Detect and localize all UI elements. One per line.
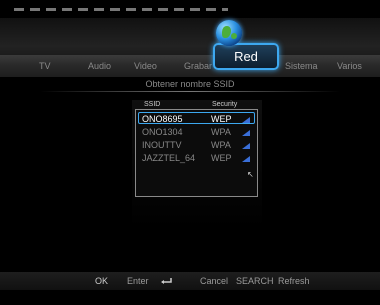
globe-icon bbox=[216, 20, 242, 46]
search-key-hint[interactable]: SEARCH bbox=[236, 276, 274, 286]
menu-item-audio[interactable]: Audio bbox=[88, 61, 111, 71]
pointer-icon: ↖ bbox=[247, 170, 254, 179]
list-item[interactable]: JAZZTEL_64 WEP bbox=[136, 152, 257, 164]
list-item[interactable]: ONO1304 WPA bbox=[136, 126, 257, 138]
menu-item-varios[interactable]: Varios bbox=[337, 61, 362, 71]
refresh-key-hint[interactable]: Refresh bbox=[278, 276, 310, 286]
list-item[interactable]: INOUTTV WPA bbox=[136, 139, 257, 151]
signal-strength-icon bbox=[242, 130, 250, 136]
security-type: WEP bbox=[211, 153, 232, 163]
top-dashed-line bbox=[14, 8, 228, 11]
ok-key-hint[interactable]: OK bbox=[95, 276, 108, 286]
footer-bar bbox=[0, 272, 380, 290]
enter-key-hint[interactable]: Enter bbox=[127, 276, 149, 286]
ssid-name: ONO1304 bbox=[142, 127, 183, 137]
return-arrow-icon bbox=[161, 278, 172, 284]
column-header-security: Security bbox=[212, 101, 238, 108]
security-type: WPA bbox=[211, 140, 231, 150]
ssid-name: JAZZTEL_64 bbox=[142, 153, 196, 163]
subtitle-divider bbox=[40, 91, 340, 92]
menu-item-tv[interactable]: TV bbox=[39, 61, 51, 71]
page-subtitle: Obtener nombre SSID bbox=[145, 79, 235, 89]
menu-item-video[interactable]: Video bbox=[134, 61, 157, 71]
header-band bbox=[0, 18, 380, 58]
column-header-ssid: SSID bbox=[144, 101, 161, 108]
selection-highlight bbox=[138, 112, 255, 124]
menu-item-red[interactable]: Red bbox=[213, 43, 279, 70]
ssid-name: INOUTTV bbox=[142, 140, 182, 150]
menu-item-grabar[interactable]: Grabar bbox=[184, 61, 212, 71]
menu-item-red-label: Red bbox=[234, 49, 258, 64]
signal-strength-icon bbox=[242, 143, 250, 149]
cancel-key-hint[interactable]: Cancel bbox=[200, 276, 228, 286]
signal-strength-icon bbox=[242, 156, 250, 162]
menu-item-sistema[interactable]: Sistema bbox=[285, 61, 318, 71]
security-type: WPA bbox=[211, 127, 231, 137]
